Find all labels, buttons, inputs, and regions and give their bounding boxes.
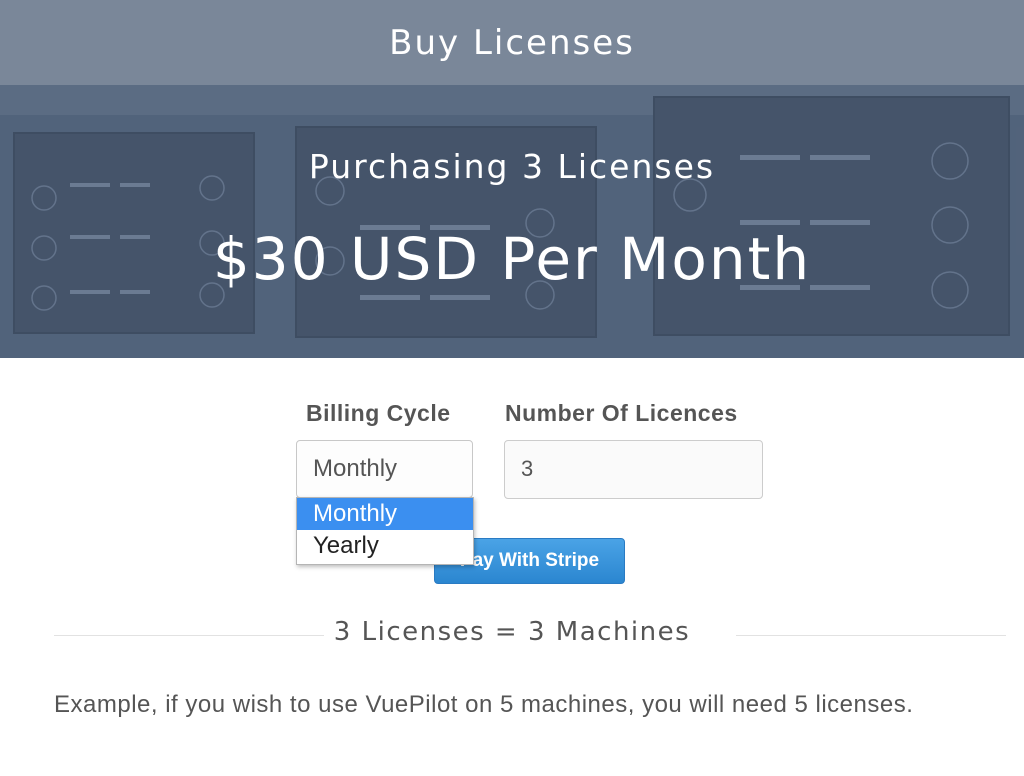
hero-overlay <box>0 85 1024 358</box>
hero-banner: Purchasing 3 Licenses $30 USD Per Month <box>0 85 1024 358</box>
billing-cycle-select[interactable]: Monthly <box>296 440 473 498</box>
page-title: Buy Licenses <box>389 22 635 63</box>
licenses-machines-note: 3 Licenses = 3 Machines <box>333 617 691 647</box>
billing-cycle-dropdown-list: Monthly Yearly <box>296 497 474 565</box>
purchase-summary: Purchasing 3 Licenses <box>308 147 716 186</box>
number-of-licences-input[interactable]: 3 <box>504 440 763 499</box>
dropdown-option-monthly[interactable]: Monthly <box>297 498 473 530</box>
price-display: $30 USD Per Month <box>212 225 812 293</box>
dropdown-option-yearly[interactable]: Yearly <box>297 530 473 562</box>
billing-cycle-label: Billing Cycle <box>306 400 451 426</box>
top-header-bar: Buy Licenses <box>0 0 1024 85</box>
example-paragraph: Example, if you wish to use VuePilot on … <box>54 691 914 718</box>
number-of-licences-label: Number Of Licences <box>505 400 738 426</box>
